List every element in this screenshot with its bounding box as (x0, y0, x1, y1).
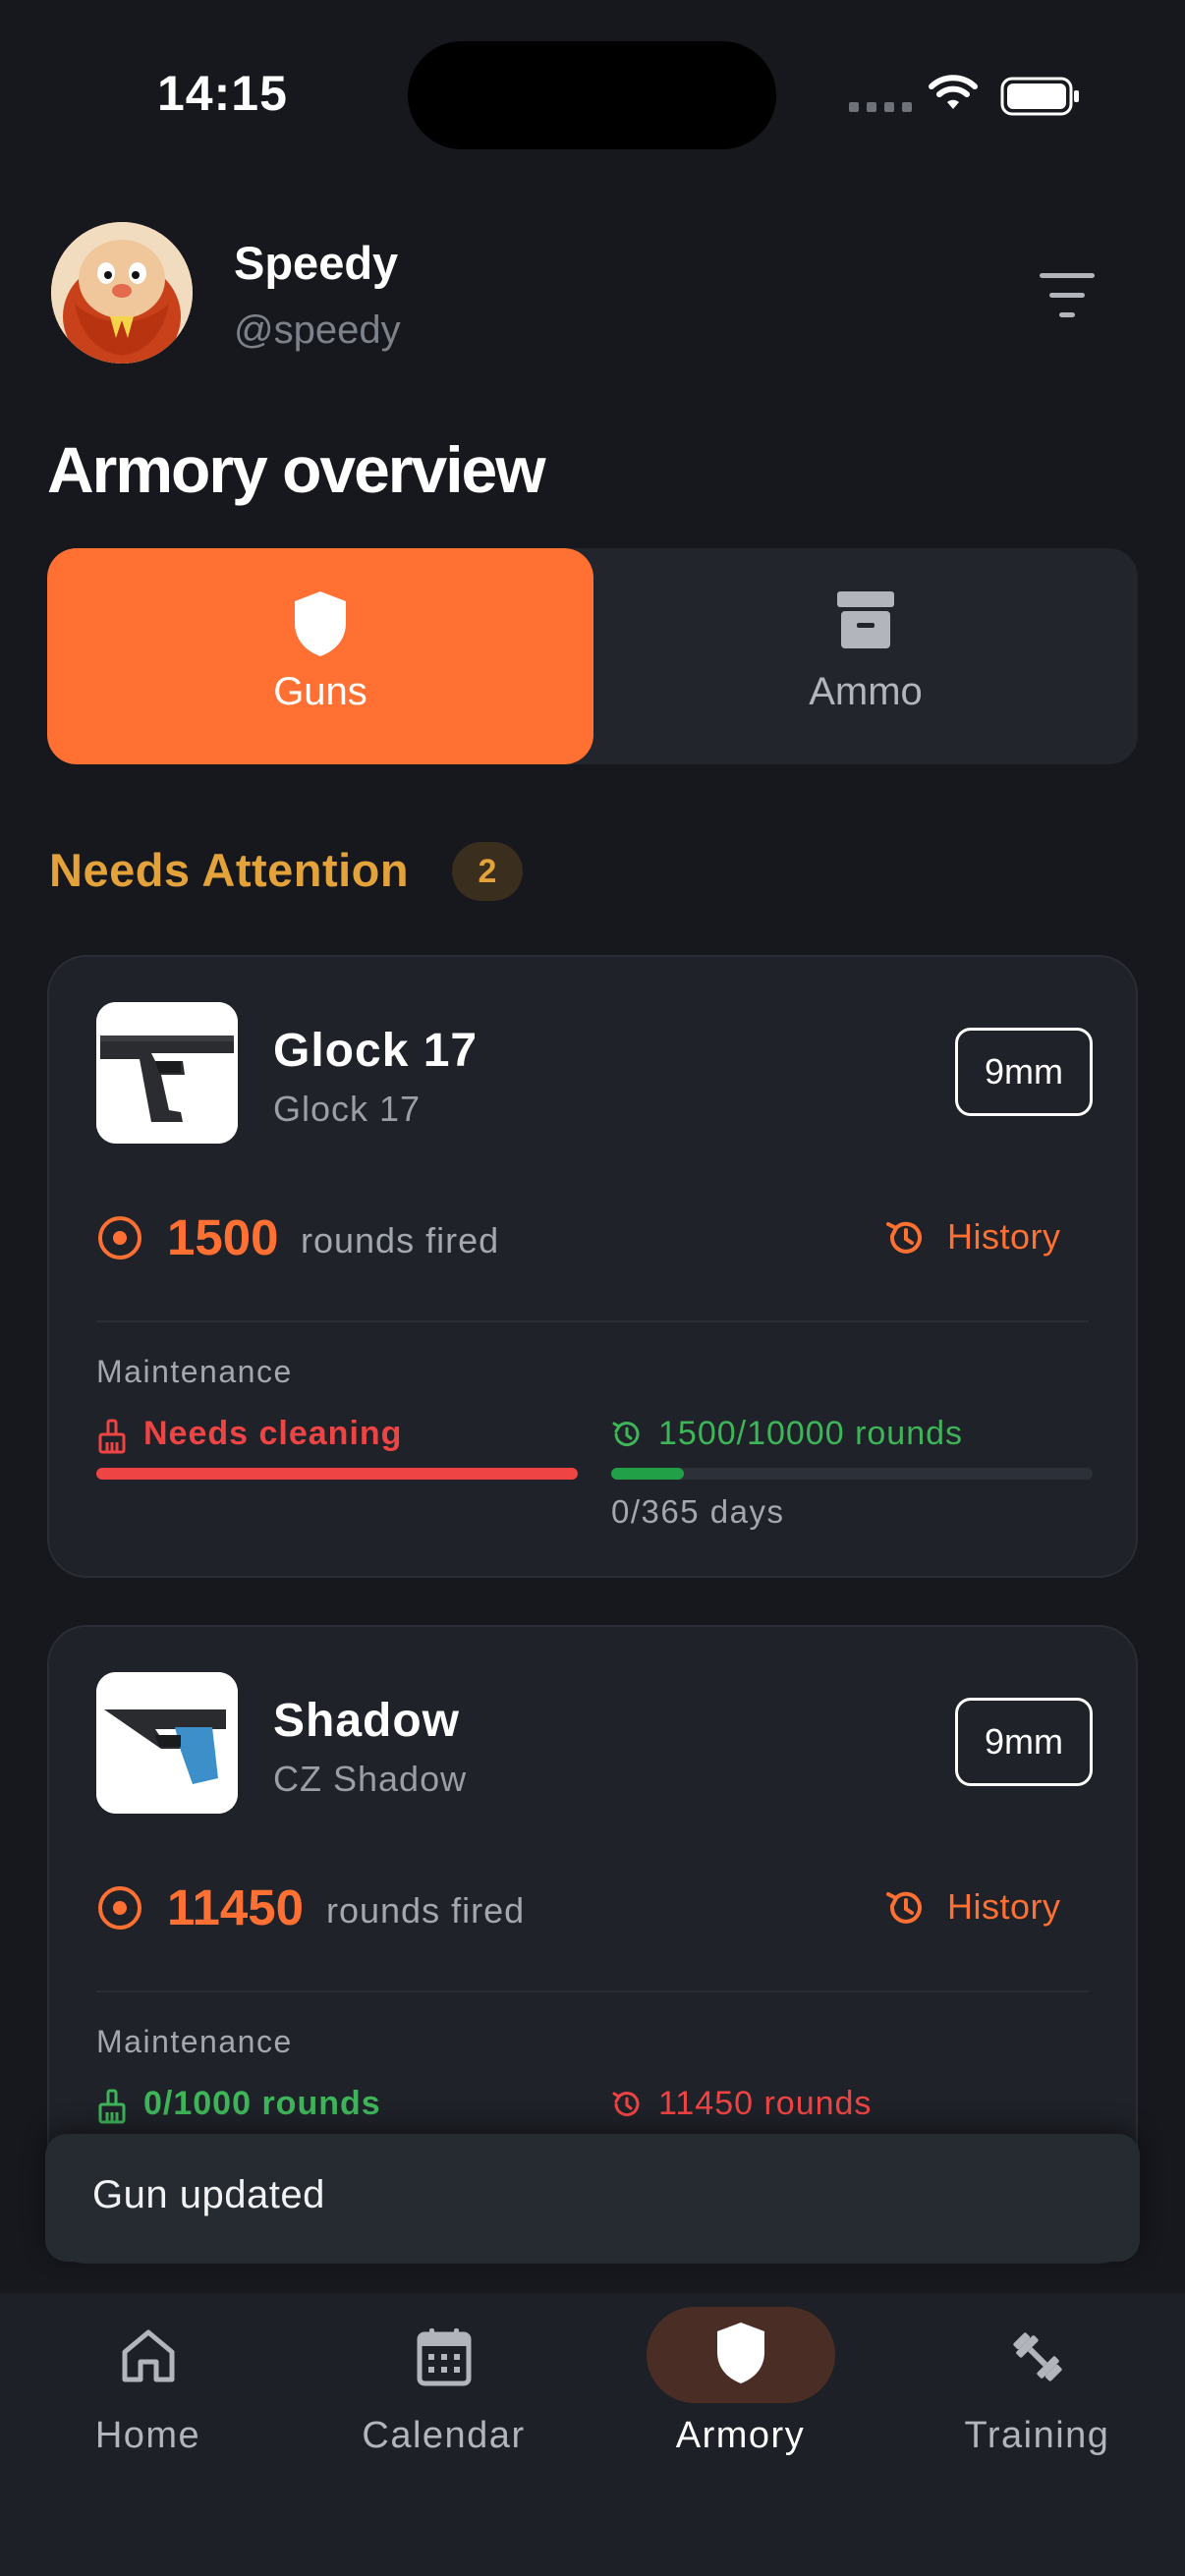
target-icon (98, 1216, 141, 1260)
history-icon[interactable] (884, 1886, 928, 1930)
wifi-icon (929, 75, 978, 109)
maintenance-label: Maintenance (96, 2024, 293, 2059)
rounds-fired-label: rounds fired (301, 1220, 500, 1260)
gun-name: Shadow (273, 1695, 461, 1747)
cleaning-progress-bar (96, 1468, 578, 1480)
rounds-fired-count: 1500 (167, 1209, 279, 1265)
dynamic-island (408, 41, 776, 149)
bottom-nav: Home Calendar Armory Training (0, 2293, 1185, 2576)
history-link[interactable]: History (947, 1886, 1061, 1928)
gun-model: CZ Shadow (273, 1759, 468, 1799)
tab-ammo[interactable]: Ammo (593, 548, 1138, 764)
service-history-icon (612, 1422, 640, 1447)
nav-item-armory[interactable]: Armory (592, 2293, 888, 2490)
user-name: Speedy (234, 237, 399, 289)
days-status: 0/365 days (611, 1493, 785, 1530)
history-icon[interactable] (884, 1216, 928, 1260)
cleaning-brush-icon (98, 2089, 126, 2124)
nav-label-home: Home (94, 2415, 201, 2456)
divider (96, 1320, 1089, 1322)
section-title: Needs Attention (49, 844, 410, 896)
service-progress-bar (611, 1468, 1093, 1480)
rounds-fired-count: 11450 (167, 1879, 305, 1935)
avatar[interactable] (51, 222, 193, 364)
dumbbell-icon (1012, 2332, 1062, 2381)
page-title: Armory overview (47, 433, 546, 506)
tab-ammo-label: Ammo (809, 670, 923, 713)
gun-card[interactable]: Glock 17 Glock 17 9mm 1500 rounds fired … (47, 955, 1138, 1578)
nav-item-training[interactable]: Training (889, 2293, 1185, 2490)
archive-box-icon (837, 591, 894, 648)
service-progress-fill (611, 1468, 684, 1480)
section-count-badge: 2 (452, 842, 523, 901)
toast: Gun updated (45, 2134, 1140, 2262)
caliber-badge: 9mm (955, 1028, 1093, 1116)
maintenance-label: Maintenance (96, 1354, 293, 1389)
user-handle: @speedy (234, 308, 401, 352)
shield-icon (295, 591, 346, 656)
nav-item-calendar[interactable]: Calendar (296, 2293, 592, 2490)
service-status: 11450 rounds (658, 2085, 873, 2122)
nav-label-calendar: Calendar (362, 2415, 526, 2456)
nav-item-home[interactable]: Home (0, 2293, 296, 2490)
divider (96, 1990, 1089, 1992)
gun-thumbnail (96, 1672, 238, 1814)
gun-thumbnail (96, 1002, 238, 1144)
gun-name: Glock 17 (273, 1025, 479, 1077)
history-link[interactable]: History (947, 1216, 1061, 1258)
nav-label-training: Training (964, 2415, 1110, 2456)
service-status: 1500/10000 rounds (658, 1415, 964, 1452)
status-time: 14:15 (157, 66, 288, 121)
tab-guns[interactable]: Guns (47, 548, 593, 764)
battery-icon (1000, 77, 1079, 116)
service-history-icon (612, 2092, 640, 2117)
cleaning-status: Needs cleaning (143, 1415, 403, 1452)
shield-icon (716, 2323, 764, 2383)
cleaning-brush-icon (98, 1419, 126, 1454)
filter-icon[interactable] (1032, 271, 1102, 326)
calendar-icon (417, 2328, 471, 2386)
caliber-badge: 9mm (955, 1698, 1093, 1786)
rounds-fired-label: rounds fired (326, 1890, 526, 1931)
target-icon (98, 1886, 141, 1930)
home-icon (122, 2329, 174, 2382)
tab-guns-label: Guns (273, 670, 367, 713)
toast-message: Gun updated (92, 2173, 325, 2216)
cellular-signal-icon (849, 102, 912, 112)
gun-model: Glock 17 (273, 1089, 422, 1129)
cleaning-status: 0/1000 rounds (143, 2085, 381, 2122)
nav-label-armory: Armory (675, 2415, 806, 2456)
